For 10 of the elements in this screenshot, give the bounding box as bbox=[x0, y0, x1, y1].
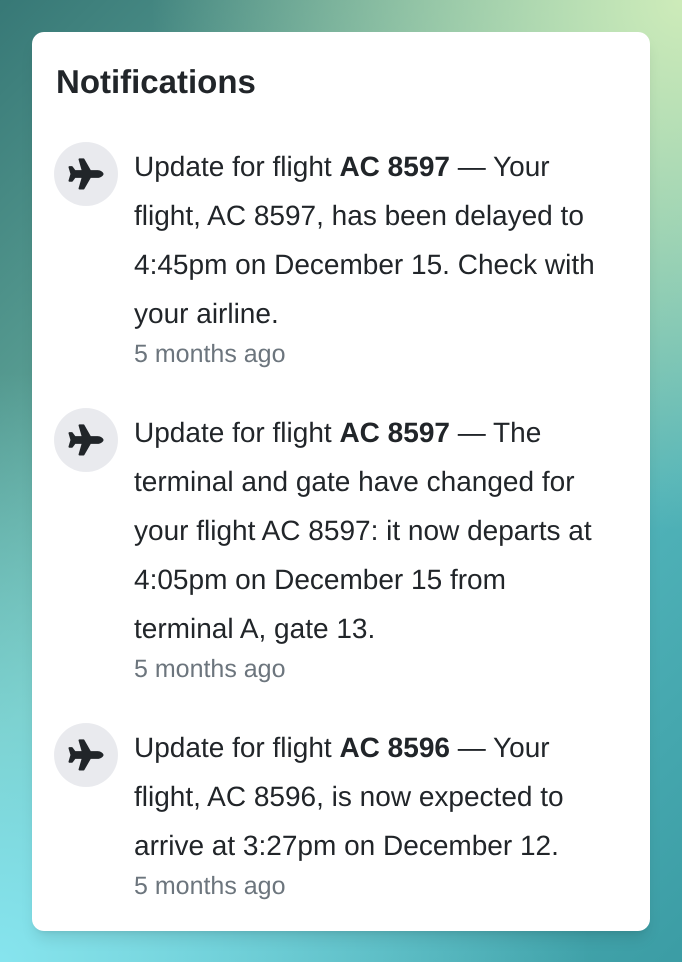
notification-message: Update for flight AC 8596 — Your flight, AC 8596, is now expected to arrive at 3:27pm on December 12. bbox=[134, 731, 565, 863]
notification-message: Update for flight AC 8597 — Your flight, AC 8597, has been delayed to 4:45pm on December 15. Check with your airline. bbox=[134, 150, 596, 331]
notification-time: 5 months ago bbox=[134, 871, 286, 902]
panel-title: Notifications bbox=[55, 62, 257, 102]
airplane-icon bbox=[54, 142, 118, 206]
notification-time: 5 months ago bbox=[134, 339, 286, 370]
airplane-icon bbox=[54, 723, 118, 787]
notification-message: Update for flight AC 8597 — The terminal and gate have changed for your flight AC 8597: it now departs at 4:05pm on December 15 from terminal A, gate 13. bbox=[134, 416, 593, 646]
airplane-icon bbox=[54, 408, 118, 472]
notification-time: 5 months ago bbox=[134, 654, 286, 685]
